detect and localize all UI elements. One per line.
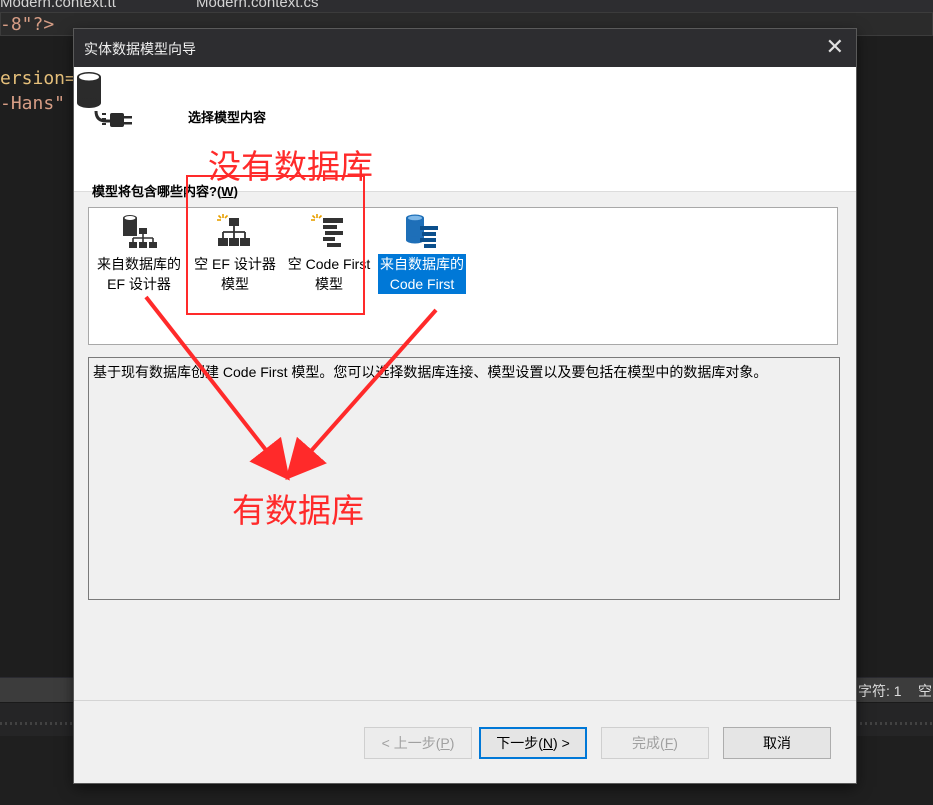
description-text: 基于现有数据库创建 Code First 模型。您可以选择数据库连接、模型设置以… (93, 364, 768, 380)
choice-label: 来自数据库的 Code First (378, 254, 466, 294)
status-extra: 空 (918, 683, 932, 699)
next-button[interactable]: 下一步(N) > (479, 727, 587, 759)
footer-divider (74, 700, 856, 701)
database-hierarchy-icon (123, 215, 157, 248)
database-plug-icon (77, 72, 132, 127)
cancel-button[interactable]: 取消 (723, 727, 831, 759)
wizard-header: 选择模型内容 (74, 67, 856, 192)
annotation-no-database-label: 没有数据库 (208, 147, 373, 186)
wizard-step-title: 选择模型内容 (188, 110, 267, 125)
choice-code-first-from-db[interactable]: 来自数据库的 Code First (376, 208, 468, 294)
database-code-first-icon (406, 214, 438, 248)
dialog-title: 实体数据模型向导 (84, 41, 196, 57)
previous-button[interactable]: < 上一步(P) (364, 727, 472, 759)
annotation-has-database-label: 有数据库 (232, 491, 364, 530)
code-line-1: -8"?> (0, 14, 55, 35)
description-panel: 基于现有数据库创建 Code First 模型。您可以选择数据库连接、模型设置以… (88, 357, 840, 600)
choice-ef-designer-from-db[interactable]: 来自数据库的 EF 设计器 (93, 208, 185, 294)
entity-data-model-wizard: 实体数据模型向导 ✕ 选择模型内容 模型将包含哪些内容?(W) 来自数据库的 E… (74, 29, 856, 783)
ide-tab-tt[interactable]: Modern.context.tt (0, 0, 116, 11)
dialog-titlebar[interactable]: 实体数据模型向导 ✕ (74, 29, 856, 67)
choice-label: 来自数据库的 EF 设计器 (97, 256, 181, 292)
status-char-count: 字符: 1 (858, 683, 902, 699)
ide-tab-strip: Modern.context.tt Modern.context.cs (0, 0, 933, 12)
close-icon[interactable]: ✕ (826, 35, 844, 59)
finish-button[interactable]: 完成(F) (601, 727, 709, 759)
ide-tab-cs[interactable]: Modern.context.cs (196, 0, 319, 11)
annotation-no-database-box (186, 175, 365, 315)
